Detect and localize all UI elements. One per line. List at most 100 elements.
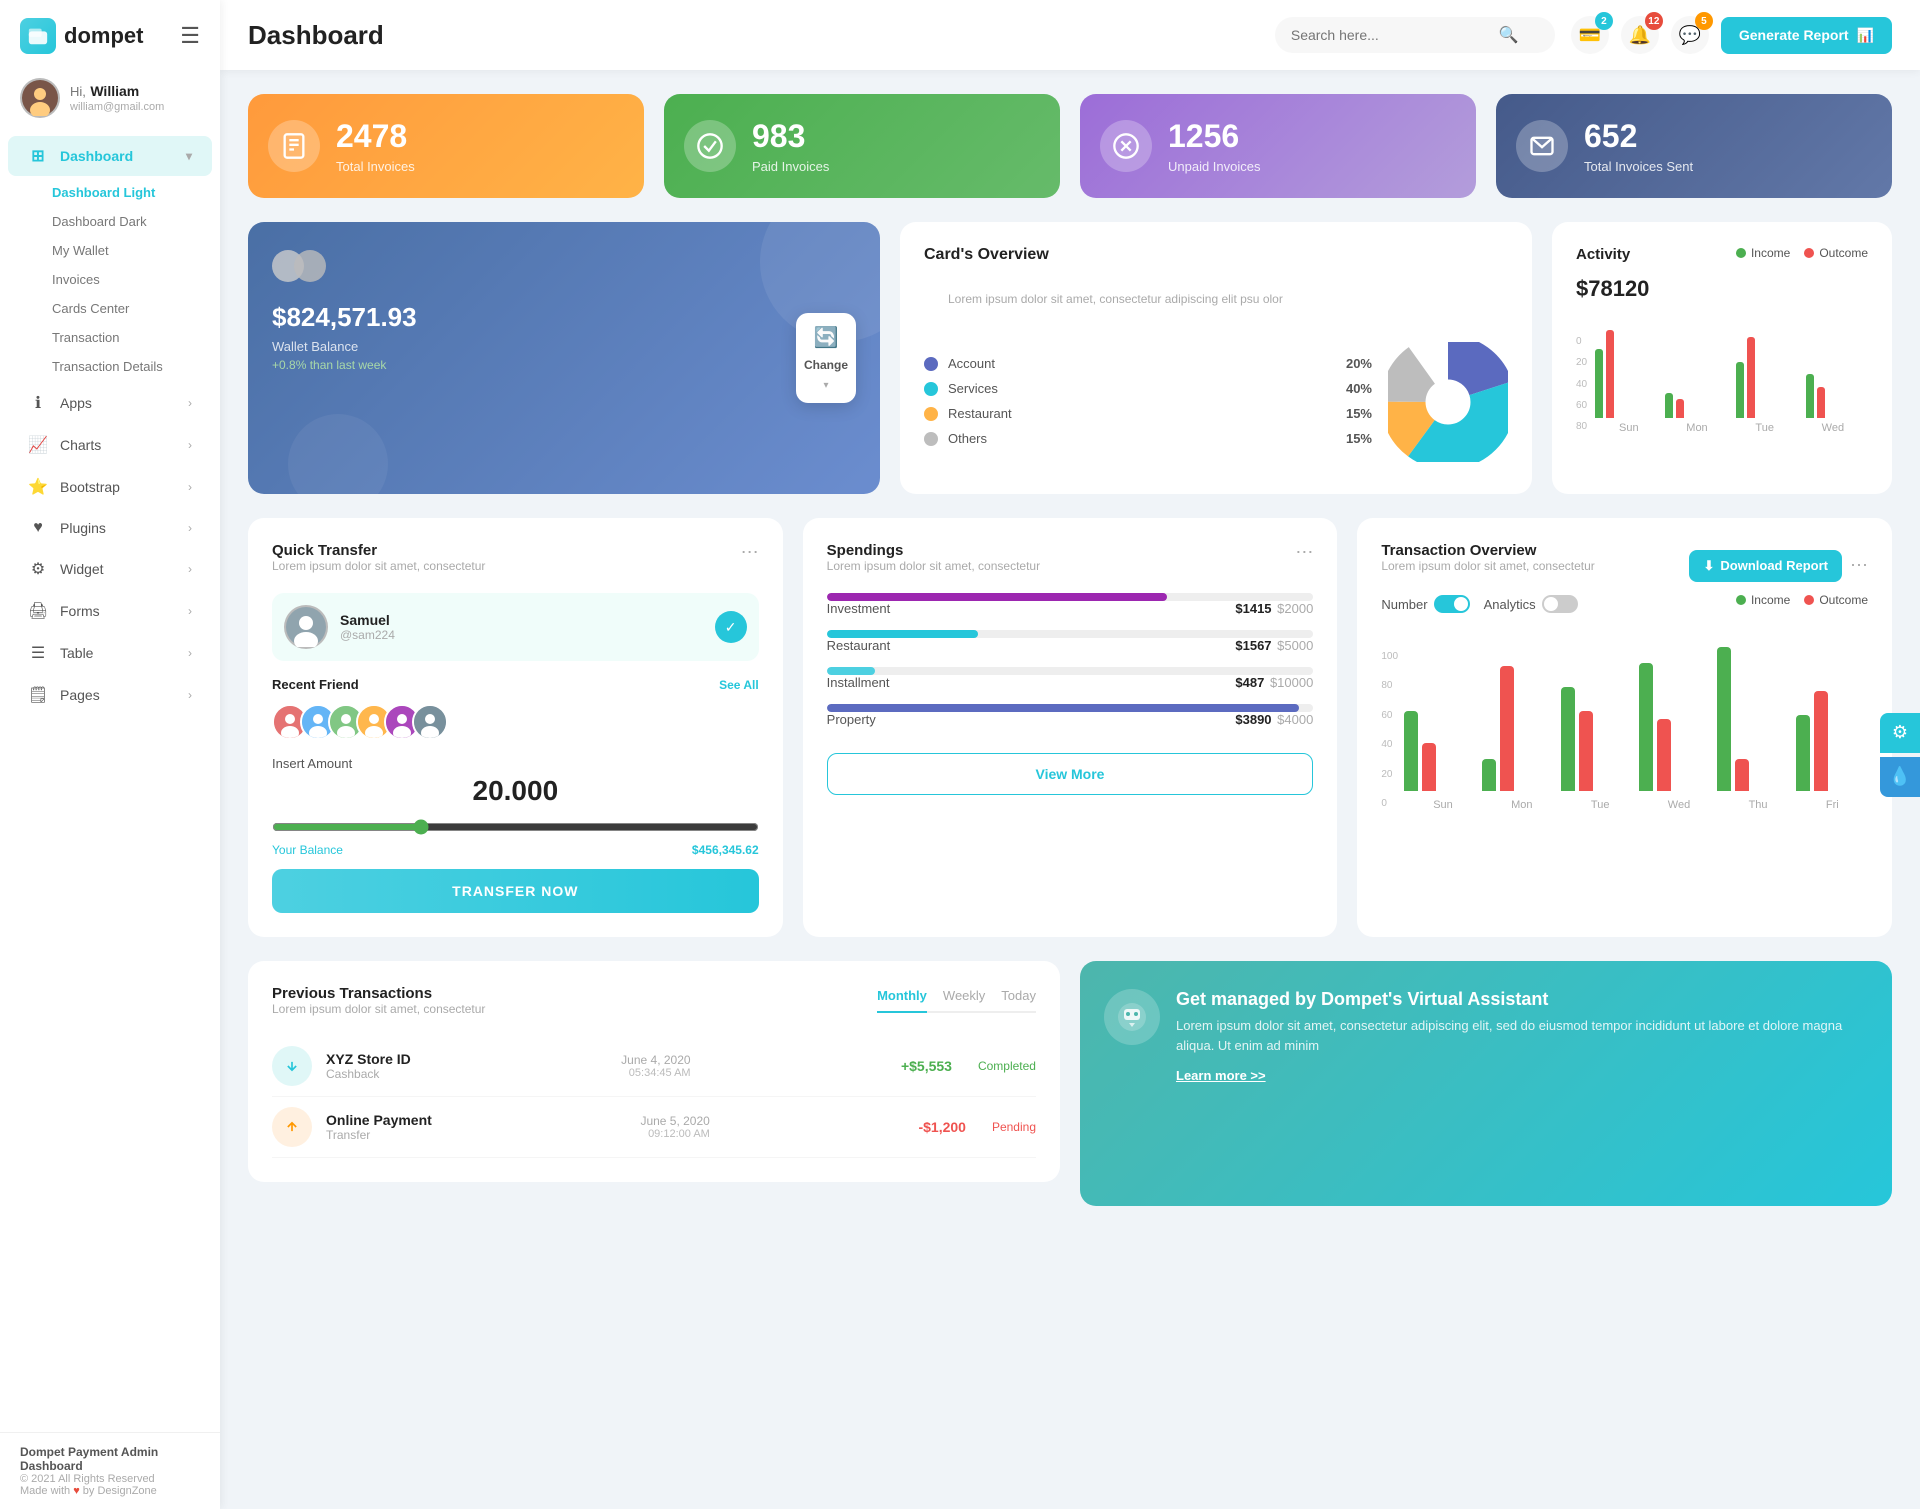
bar-group-mon <box>1665 393 1727 418</box>
tab-weekly[interactable]: Weekly <box>943 988 985 1011</box>
analytics-toggle-knob <box>1544 597 1558 611</box>
restaurant-bar-fill <box>827 630 978 638</box>
card-change-button[interactable]: 🔄 Change ▾ <box>796 313 856 403</box>
balance-row: Your Balance $456,345.62 <box>272 843 759 857</box>
chat-icon-btn[interactable]: 💬 5 <box>1671 16 1709 54</box>
sidebar-item-bootstrap[interactable]: ⭐ Bootstrap › <box>8 467 212 507</box>
installment-amount: $487 $10000 <box>1235 675 1313 690</box>
number-toggle-switch[interactable] <box>1434 595 1470 613</box>
spendings-title-area: Spendings Lorem ipsum dolor sit amet, co… <box>827 542 1040 589</box>
sub-nav-my-wallet[interactable]: My Wallet <box>52 236 220 265</box>
activity-card: Activity Income Outcome $78120 <box>1552 222 1892 494</box>
sidebar-table-label: Table <box>60 645 93 661</box>
stat-card-unpaid-invoices: 1256 Unpaid Invoices <box>1080 94 1476 198</box>
big-bar-wed-income <box>1639 663 1653 791</box>
big-bar-fri-outcome <box>1814 691 1828 791</box>
footer-made: Made with ♥ by DesignZone <box>20 1485 200 1497</box>
transfer-now-button[interactable]: TRANSFER NOW <box>272 869 759 913</box>
bell-icon-btn[interactable]: 🔔 12 <box>1621 16 1659 54</box>
sub-nav-transaction[interactable]: Transaction <box>52 323 220 352</box>
trans-status-2: Pending <box>992 1120 1036 1134</box>
bell-badge: 12 <box>1645 12 1663 30</box>
quick-transfer-title: Quick Transfer <box>272 542 485 559</box>
sub-nav: Dashboard Light Dashboard Dark My Wallet… <box>0 178 220 381</box>
paid-invoices-content: 983 Paid Invoices <box>752 118 829 174</box>
sidebar-item-table[interactable]: ☰ Table › <box>8 633 212 673</box>
sidebar-item-widget[interactable]: ⚙ Widget › <box>8 549 212 589</box>
pages-arrow: › <box>188 688 192 702</box>
va-content: Get managed by Dompet's Virtual Assistan… <box>1176 989 1868 1085</box>
pages-icon: 🗒 <box>28 685 48 705</box>
sidebar-item-pages[interactable]: 🗒 Pages › <box>8 675 212 715</box>
gear-icon: ⚙ <box>1892 722 1908 743</box>
unpaid-invoices-icon <box>1100 120 1152 172</box>
analytics-label: Analytics <box>1484 597 1536 612</box>
va-learn-more-link[interactable]: Learn more >> <box>1176 1068 1266 1083</box>
water-panel-button[interactable]: 💧 <box>1880 757 1920 797</box>
drop-icon: 💧 <box>1889 766 1911 787</box>
generate-report-button[interactable]: Generate Report 📊 <box>1721 17 1892 54</box>
sidebar-bootstrap-label: Bootstrap <box>60 479 120 495</box>
overview-item-account: Account 20% <box>924 356 1372 371</box>
big-bar-thu-outcome <box>1735 759 1749 791</box>
big-bar-fri <box>1796 691 1868 791</box>
overview-item-restaurant: Restaurant 15% <box>924 406 1372 421</box>
sidebar-item-plugins[interactable]: ♥ Plugins › <box>8 509 212 547</box>
recent-label: Recent Friend <box>272 677 359 692</box>
pie-chart-container <box>1388 342 1508 462</box>
charts-arrow: › <box>188 438 192 452</box>
bar-chart <box>1595 318 1868 418</box>
transaction-menu[interactable]: ⋯ <box>1850 555 1868 576</box>
tab-monthly[interactable]: Monthly <box>877 988 927 1013</box>
bar-group-wed <box>1806 374 1868 418</box>
sidebar-item-apps[interactable]: ℹ Apps › <box>8 383 212 423</box>
va-text: Lorem ipsum dolor sit amet, consectetur … <box>1176 1016 1868 1055</box>
transaction-subtitle: Lorem ipsum dolor sit amet, consectetur <box>1381 559 1594 573</box>
services-pct: 40% <box>1346 381 1372 396</box>
total-invoices-icon <box>268 120 320 172</box>
quick-transfer-subtitle: Lorem ipsum dolor sit amet, consectetur <box>272 559 485 573</box>
spending-installment: Installment $487 $10000 <box>827 667 1314 690</box>
unpaid-invoices-label: Unpaid Invoices <box>1168 159 1261 174</box>
wallet-icon-btn[interactable]: 💳 2 <box>1571 16 1609 54</box>
bottom-row: Quick Transfer Lorem ipsum dolor sit ame… <box>248 518 1892 937</box>
sub-nav-dashboard-dark[interactable]: Dashboard Dark <box>52 207 220 236</box>
spendings-menu[interactable]: ⋯ <box>1295 542 1313 563</box>
income-label: Income <box>1751 246 1790 260</box>
transaction-legend: Income Outcome <box>1736 593 1868 615</box>
big-bar-fri-income <box>1796 715 1810 791</box>
user-greeting: Hi, William <box>70 83 164 101</box>
spending-property: Property $3890 $4000 <box>827 704 1314 727</box>
friend-avatar-6[interactable] <box>412 704 448 740</box>
sidebar-item-forms[interactable]: 🖨 Forms › <box>8 591 212 631</box>
sub-nav-transaction-details[interactable]: Transaction Details <box>52 352 220 381</box>
tab-today[interactable]: Today <box>1001 988 1036 1011</box>
income-dot <box>1736 248 1746 258</box>
amount-slider[interactable] <box>272 819 759 835</box>
quick-transfer-menu[interactable]: ⋯ <box>741 542 759 563</box>
sidebar-item-charts[interactable]: 📈 Charts › <box>8 425 212 465</box>
user-email: william@gmail.com <box>70 101 164 113</box>
big-bar-thu-income <box>1717 647 1731 791</box>
menu-icon[interactable]: ☰ <box>180 23 200 49</box>
analytics-toggle-switch[interactable] <box>1542 595 1578 613</box>
activity-chart: 80 60 40 20 0 <box>1576 318 1868 434</box>
prev-transactions-header: Previous Transactions Lorem ipsum dolor … <box>272 985 1036 1032</box>
see-all-link[interactable]: See All <box>719 678 759 692</box>
big-bar-chart <box>1404 631 1868 791</box>
download-report-button[interactable]: ⬇ Download Report <box>1689 550 1842 582</box>
search-input[interactable] <box>1291 27 1491 43</box>
bootstrap-arrow: › <box>188 480 192 494</box>
view-more-button[interactable]: View More <box>827 753 1314 795</box>
investment-amount: $1415 $2000 <box>1235 601 1313 616</box>
main-content: Dashboard 🔍 💳 2 🔔 12 💬 5 Generate Report… <box>220 0 1920 1509</box>
sub-nav-dashboard-light[interactable]: Dashboard Light <box>52 178 220 207</box>
va-icon <box>1104 989 1160 1045</box>
trans-name: XYZ Store ID <box>326 1051 411 1067</box>
paid-invoices-number: 983 <box>752 118 829 155</box>
settings-panel-button[interactable]: ⚙ <box>1880 713 1920 753</box>
sub-nav-invoices[interactable]: Invoices <box>52 265 220 294</box>
sidebar-item-dashboard[interactable]: ⊞ Dashboard ▾ <box>8 136 212 176</box>
big-bar-tue-income <box>1561 687 1575 791</box>
sub-nav-cards-center[interactable]: Cards Center <box>52 294 220 323</box>
